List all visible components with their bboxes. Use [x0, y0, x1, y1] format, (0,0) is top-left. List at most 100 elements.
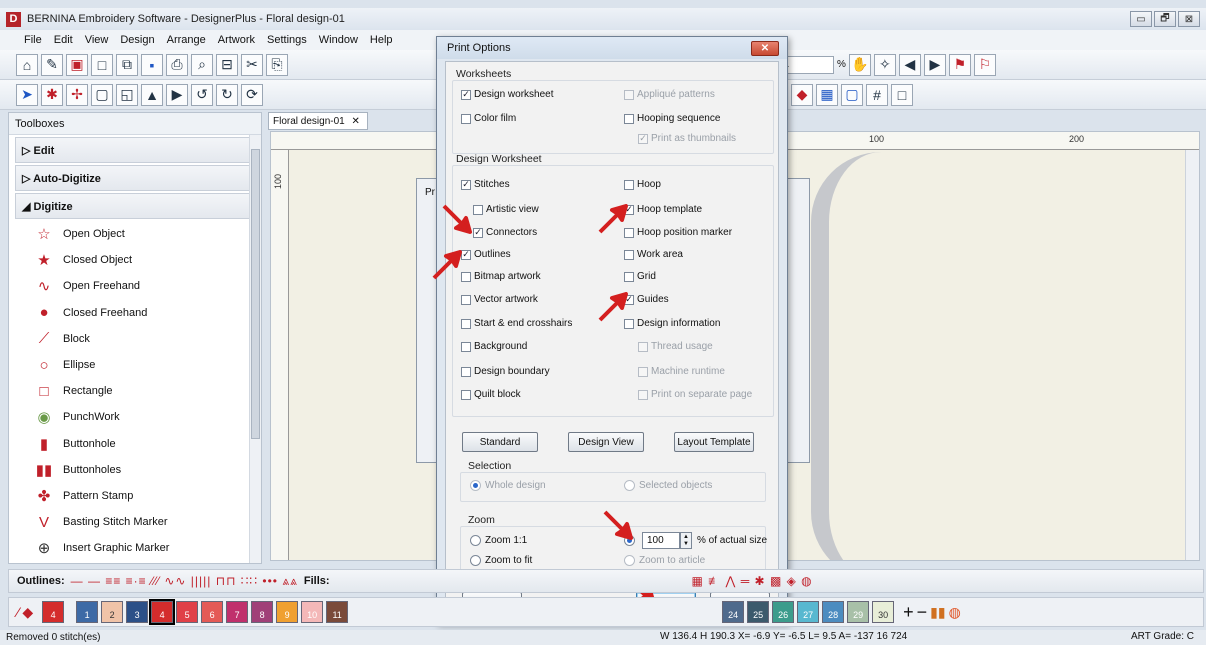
- bitmap-artwork-checkbox[interactable]: Bitmap artwork: [461, 271, 541, 282]
- mirror-vertical-icon[interactable]: ▲: [141, 83, 163, 106]
- connectors-checkbox[interactable]: ✓ Connectors: [473, 227, 537, 238]
- color-swatch[interactable]: 10: [301, 601, 324, 623]
- color-icon[interactable]: ◆: [791, 83, 813, 106]
- close-button[interactable]: ⊠: [1178, 11, 1200, 27]
- rotate-left-icon[interactable]: ↺: [191, 83, 213, 106]
- print-as-thumbnails-checkbox[interactable]: ✓ Print as thumbnails: [638, 133, 736, 144]
- menu-file[interactable]: File: [18, 34, 48, 46]
- toolbox-scrollbar[interactable]: [249, 135, 261, 563]
- tab-close-icon[interactable]: ✕: [352, 116, 360, 127]
- thread-usage-checkbox[interactable]: Thread usage: [638, 341, 713, 352]
- menu-window[interactable]: Window: [313, 34, 364, 46]
- eyedropper-icon[interactable]: ⁄: [17, 604, 19, 620]
- minimize-button[interactable]: ▭: [1130, 11, 1152, 27]
- hoop-template-checkbox[interactable]: ✓ Hoop template: [624, 204, 702, 215]
- point-select-icon[interactable]: ✢: [66, 83, 88, 106]
- design-icon[interactable]: ▣: [66, 53, 88, 76]
- palette-icon[interactable]: ▮▮: [930, 604, 945, 621]
- tool-open-freehand[interactable]: ∿ Open Freehand: [9, 273, 261, 299]
- ungroup-icon[interactable]: ◱: [116, 83, 138, 106]
- dialog-close-button[interactable]: ✕: [751, 41, 779, 56]
- design-boundary-checkbox[interactable]: Design boundary: [461, 366, 550, 377]
- tool-buttonhole[interactable]: ▮ Buttonhole: [9, 431, 261, 457]
- home-icon[interactable]: ⌂: [16, 53, 38, 76]
- next-icon[interactable]: ▶: [923, 53, 946, 76]
- whole-design-radio[interactable]: Whole design: [470, 480, 546, 491]
- color-swatch[interactable]: 27: [797, 601, 820, 623]
- color-wheel-icon[interactable]: ◍: [949, 604, 961, 621]
- print-icon[interactable]: ⎙: [166, 53, 188, 76]
- save-icon[interactable]: ▪: [141, 53, 163, 76]
- color-swatch[interactable]: 9: [276, 601, 299, 623]
- edit-icon[interactable]: ✎: [41, 53, 63, 76]
- color-swatch[interactable]: 3: [126, 601, 149, 623]
- menu-design[interactable]: Design: [114, 34, 160, 46]
- mirror-horizontal-icon[interactable]: ▶: [166, 83, 188, 106]
- zoom-percent-spinner[interactable]: ▲ ▼: [680, 532, 692, 549]
- frame-icon[interactable]: ▢: [841, 83, 863, 106]
- select-arrow-icon[interactable]: ➤: [16, 83, 38, 106]
- color-swatch[interactable]: 24: [722, 601, 745, 623]
- artistic-view-checkbox[interactable]: Artistic view: [473, 204, 539, 215]
- grid-icon[interactable]: ▦: [816, 83, 838, 106]
- rotate-45-icon[interactable]: ↻: [216, 83, 238, 106]
- standard-button[interactable]: Standard: [462, 432, 538, 452]
- color-swatch[interactable]: 5: [176, 601, 199, 623]
- print-preview-icon[interactable]: ⌕: [191, 53, 213, 76]
- work-area-checkbox[interactable]: Work area: [624, 249, 683, 260]
- menu-settings[interactable]: Settings: [261, 34, 313, 46]
- machine-runtime-checkbox[interactable]: Machine runtime: [638, 366, 725, 377]
- background-checkbox[interactable]: Background: [461, 341, 527, 352]
- color-swatch[interactable]: 29: [847, 601, 870, 623]
- empty-square-icon[interactable]: □: [891, 83, 913, 106]
- start-end-crosshairs-checkbox[interactable]: Start & end crosshairs: [461, 318, 572, 329]
- previous-icon[interactable]: ◀: [898, 53, 921, 76]
- quilt-block-checkbox[interactable]: Quilt block: [461, 389, 521, 400]
- color-swatch[interactable]: 8: [251, 601, 274, 623]
- section-auto-digitize[interactable]: ▷ Auto-Digitize: [15, 165, 255, 191]
- tool-basting-stitch-marker[interactable]: V Basting Stitch Marker: [9, 509, 261, 535]
- tool-buttonholes[interactable]: ▮▮ Buttonholes: [9, 457, 261, 483]
- zoom-to-fit-radio[interactable]: Zoom to fit: [470, 555, 532, 566]
- outlines-checkbox[interactable]: ✓ Outlines: [461, 249, 511, 260]
- magic-icon[interactable]: ✧: [873, 53, 896, 76]
- polygon-select-icon[interactable]: ✱: [41, 83, 63, 106]
- menu-arrange[interactable]: Arrange: [161, 34, 212, 46]
- pan-icon[interactable]: ✋: [848, 53, 871, 76]
- group-icon[interactable]: ▢: [91, 83, 113, 106]
- cut-icon[interactable]: ✂: [241, 53, 263, 76]
- restore-button[interactable]: 🗗: [1154, 11, 1176, 27]
- zoom-1-1-radio[interactable]: Zoom 1:1: [470, 535, 527, 546]
- rotate-angle-icon[interactable]: ⟳: [241, 83, 263, 106]
- tool-closed-object[interactable]: ★ Closed Object: [9, 247, 261, 273]
- copy-icon[interactable]: ⎘: [266, 53, 288, 76]
- hoop-position-marker-checkbox[interactable]: Hoop position marker: [624, 227, 732, 238]
- color-swatch[interactable]: 1: [76, 601, 99, 623]
- document-tab[interactable]: Floral design-01 ✕: [268, 112, 368, 130]
- color-swatch[interactable]: 11: [326, 601, 349, 623]
- color-swatch[interactable]: 28: [822, 601, 845, 623]
- section-edit[interactable]: ▷ Edit: [15, 137, 255, 163]
- layout-template-button[interactable]: Layout Template: [674, 432, 754, 452]
- tool-pattern-stamp[interactable]: ✤ Pattern Stamp: [9, 483, 261, 509]
- color-swatch[interactable]: 26: [772, 601, 795, 623]
- color-fill-icon[interactable]: ◆: [22, 604, 33, 621]
- vector-artwork-checkbox[interactable]: Vector artwork: [461, 294, 538, 305]
- design-view-button[interactable]: Design View: [568, 432, 644, 452]
- zoom-percent-input[interactable]: 100: [642, 532, 680, 549]
- menu-artwork[interactable]: Artwork: [212, 34, 261, 46]
- color-swatch[interactable]: 2: [101, 601, 124, 623]
- tool-open-object[interactable]: ☆ Open Object: [9, 221, 261, 247]
- remove-color-icon[interactable]: −: [917, 602, 928, 623]
- menu-view[interactable]: View: [79, 34, 115, 46]
- export-icon[interactable]: ⊟: [216, 53, 238, 76]
- design-information-checkbox[interactable]: Design information: [624, 318, 720, 329]
- tool-punchwork[interactable]: ◉ PunchWork: [9, 404, 261, 430]
- color-swatch-selected[interactable]: 4: [149, 599, 176, 625]
- color-swatch[interactable]: 30: [872, 601, 895, 623]
- add-color-icon[interactable]: +: [903, 602, 914, 623]
- open-icon[interactable]: ⧉: [116, 53, 138, 76]
- hoop-checkbox[interactable]: Hoop: [624, 179, 661, 190]
- hooping-sequence-checkbox[interactable]: Hooping sequence: [624, 113, 720, 124]
- color-sort-icon[interactable]: ⚑: [948, 53, 971, 76]
